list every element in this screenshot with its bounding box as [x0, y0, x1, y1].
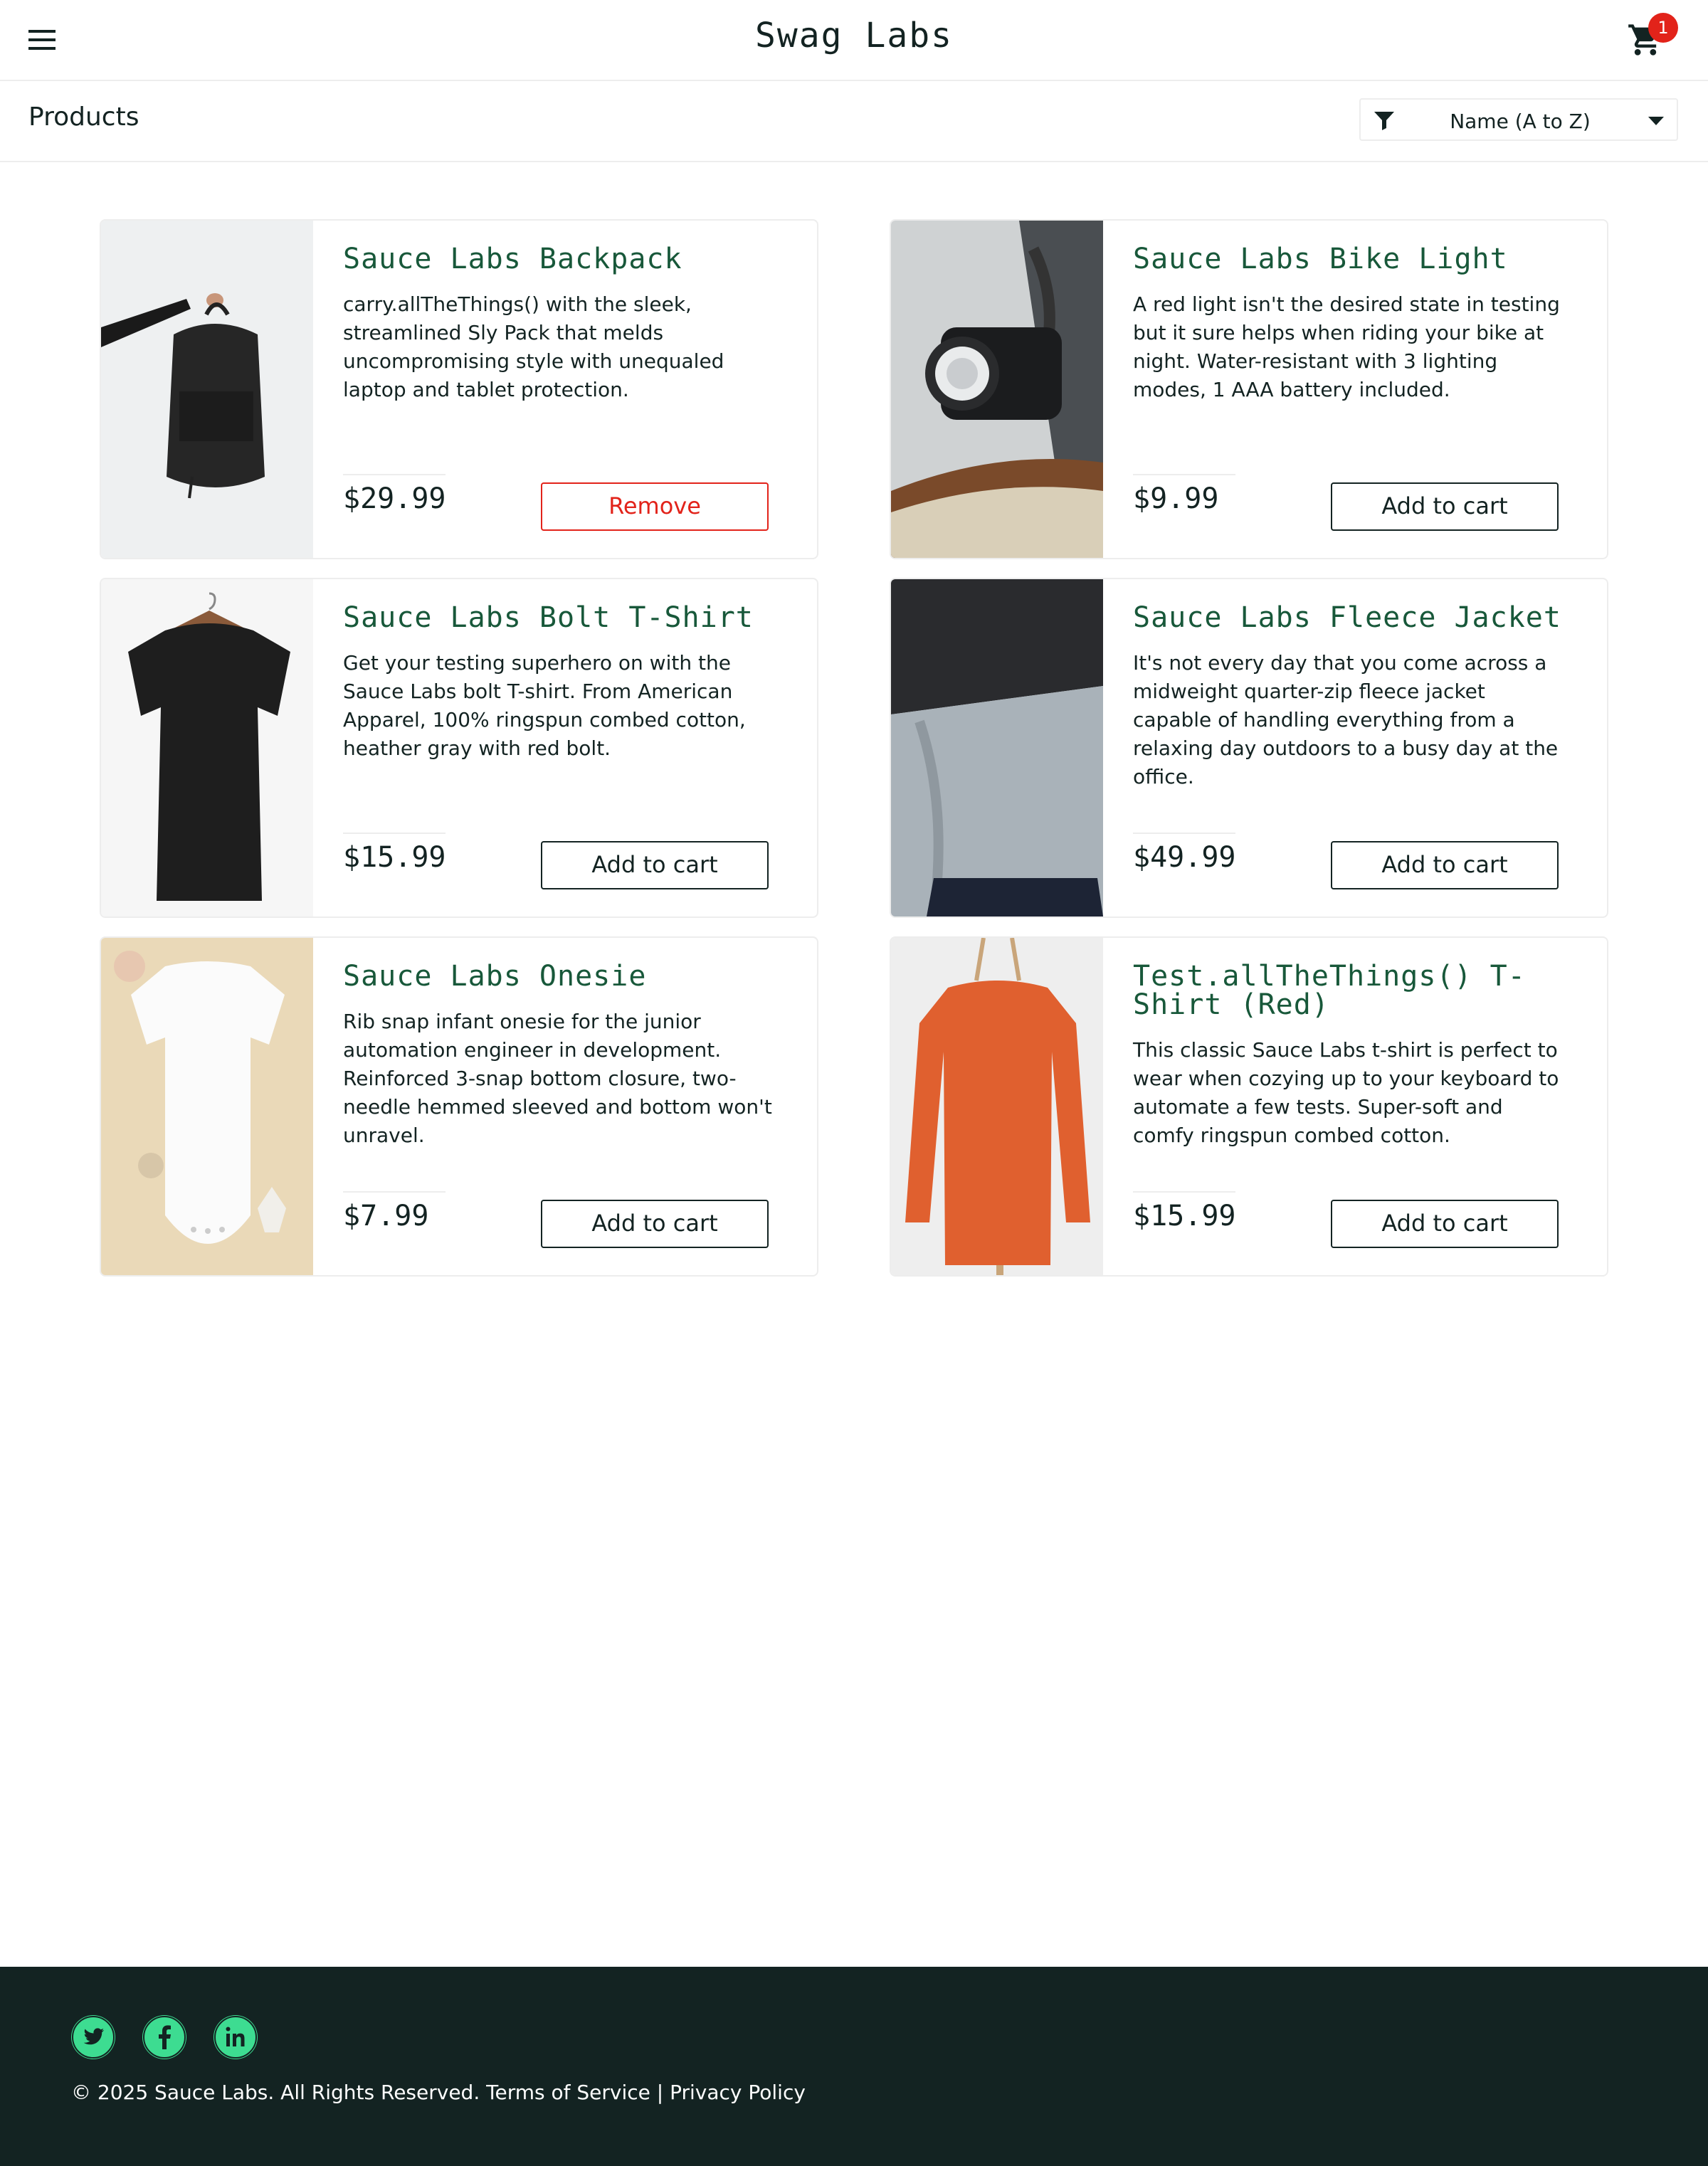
- product-price: $15.99: [343, 841, 446, 874]
- price-divider: [1133, 833, 1235, 834]
- product-price: $9.99: [1133, 482, 1219, 515]
- remove-button[interactable]: Remove: [541, 482, 769, 531]
- add-to-cart-button[interactable]: Add to cart: [1331, 1200, 1559, 1248]
- product-image-onesie[interactable]: [101, 938, 313, 1275]
- product-description: Rib snap infant onesie for the junior au…: [343, 1010, 772, 1147]
- product-description: It's not every day that you come across …: [1133, 651, 1559, 788]
- price-divider: [343, 833, 446, 834]
- facebook-icon[interactable]: [142, 2015, 186, 2059]
- add-to-cart-button[interactable]: Add to cart: [1331, 841, 1559, 889]
- product-image-red-tshirt[interactable]: [891, 938, 1103, 1275]
- caret-down-icon: [1648, 117, 1664, 125]
- product-name[interactable]: Sauce Labs Bike Light: [1133, 245, 1588, 273]
- product-price: $7.99: [343, 1200, 429, 1232]
- sort-selected-value: Name (A to Z): [1450, 110, 1591, 133]
- price-divider: [1133, 474, 1235, 475]
- inventory-item: Sauce Labs Bolt T-Shirt Get your testing…: [100, 578, 818, 918]
- product-description: A red light isn't the desired state in t…: [1133, 292, 1560, 401]
- product-image-bolt-tshirt[interactable]: [101, 579, 313, 916]
- product-description: This classic Sauce Labs t-shirt is perfe…: [1133, 1038, 1559, 1147]
- product-price: $29.99: [343, 482, 446, 515]
- add-to-cart-button[interactable]: Add to cart: [541, 841, 769, 889]
- inventory-item: Sauce Labs Onesie Rib snap infant onesie…: [100, 936, 818, 1277]
- add-to-cart-button[interactable]: Add to cart: [541, 1200, 769, 1248]
- price-divider: [343, 474, 446, 475]
- price-divider: [1133, 1191, 1235, 1193]
- product-description: carry.allTheThings() with the sleek, str…: [343, 292, 724, 401]
- price-divider: [343, 1191, 446, 1193]
- twitter-icon[interactable]: [71, 2015, 115, 2059]
- footer-copyright: © 2025 Sauce Labs. All Rights Reserved. …: [71, 2081, 806, 2104]
- inventory-item: Sauce Labs Fleece Jacket It's not every …: [890, 578, 1608, 918]
- page-title: Products: [28, 102, 139, 132]
- add-to-cart-button[interactable]: Add to cart: [1331, 482, 1559, 531]
- product-image-bike-light[interactable]: [891, 221, 1103, 558]
- cart-badge: 1: [1648, 13, 1678, 43]
- product-description: Get your testing superhero on with the S…: [343, 651, 746, 760]
- product-name[interactable]: Test.allTheThings() T-Shirt (Red): [1133, 962, 1588, 1019]
- inventory-item: Sauce Labs Bike Light A red light isn't …: [890, 219, 1608, 559]
- product-image-fleece-jacket[interactable]: [891, 579, 1103, 916]
- app-logo: Swag Labs: [754, 16, 954, 56]
- footer: © 2025 Sauce Labs. All Rights Reserved. …: [0, 1967, 1708, 2166]
- product-price: $49.99: [1133, 841, 1236, 874]
- product-price: $15.99: [1133, 1200, 1236, 1232]
- sort-dropdown[interactable]: Name (A to Z): [1359, 98, 1678, 141]
- primary-header: Swag Labs 1: [0, 0, 1708, 81]
- product-name[interactable]: Sauce Labs Bolt T-Shirt: [343, 603, 798, 632]
- product-name[interactable]: Sauce Labs Backpack: [343, 245, 798, 273]
- inventory-item: Sauce Labs Backpack carry.allTheThings()…: [100, 219, 818, 559]
- product-image-backpack[interactable]: [101, 221, 313, 558]
- product-name[interactable]: Sauce Labs Onesie: [343, 962, 798, 990]
- inventory-item: Test.allTheThings() T-Shirt (Red) This c…: [890, 936, 1608, 1277]
- product-name[interactable]: Sauce Labs Fleece Jacket: [1133, 603, 1588, 632]
- linkedin-icon[interactable]: [214, 2015, 258, 2059]
- secondary-header: Products Name (A to Z): [0, 81, 1708, 162]
